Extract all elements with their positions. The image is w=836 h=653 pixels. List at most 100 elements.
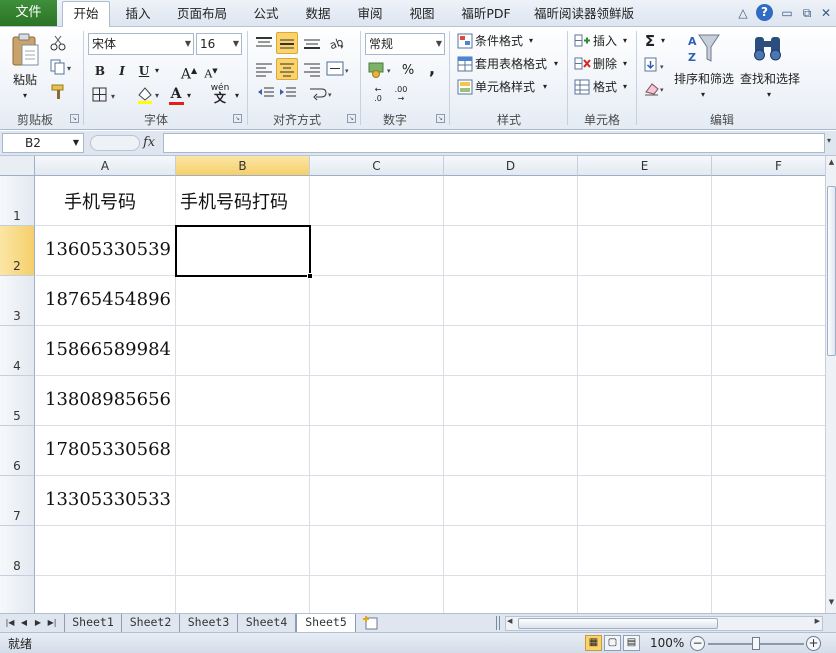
merge-center-icon[interactable]: ▾ (326, 60, 352, 78)
fill-icon[interactable]: ▾ (644, 57, 670, 73)
cell-a4[interactable]: 15866589984 (45, 339, 171, 360)
cut-icon[interactable] (50, 35, 66, 51)
tab-split-handle[interactable] (496, 616, 500, 630)
tab-review[interactable]: 审阅 (348, 2, 392, 27)
chevron-down-icon[interactable]: ▾ (764, 84, 774, 106)
minimize-icon[interactable]: ▭ (778, 4, 796, 22)
column-header-a[interactable]: A (35, 156, 176, 176)
scroll-left-icon[interactable]: ◀ (507, 617, 512, 625)
zoom-slider-handle[interactable] (752, 637, 760, 650)
copy-icon[interactable]: ▾ (50, 59, 74, 75)
cell-b1[interactable]: 手机号码打码 (180, 188, 288, 214)
accounting-format-icon[interactable]: ▾ (368, 60, 396, 78)
fill-handle[interactable] (307, 273, 313, 279)
clipboard-launcher-icon[interactable]: ↘ (70, 114, 79, 123)
tab-data[interactable]: 数据 (296, 2, 340, 27)
underline-button[interactable]: U (136, 60, 152, 82)
decrease-decimal-button[interactable]: .00 → (390, 85, 412, 107)
zoom-out-button[interactable]: − (690, 636, 705, 651)
column-header-d[interactable]: D (444, 156, 578, 176)
number-launcher-icon[interactable]: ↘ (436, 114, 445, 123)
last-sheet-icon[interactable]: ▶| (46, 616, 58, 630)
tab-home[interactable]: 开始 (62, 1, 110, 28)
bold-button[interactable]: B (92, 60, 108, 82)
column-header-f[interactable]: F (712, 156, 825, 176)
decrease-indent-icon[interactable] (256, 85, 276, 101)
phonetic-guide-button[interactable]: wén 文 (210, 83, 230, 105)
align-left-icon[interactable] (254, 61, 274, 77)
wrap-text-icon[interactable]: ▾ (308, 85, 334, 101)
expand-formula-bar-icon[interactable]: ▾ (827, 136, 831, 145)
sheet-tab-1[interactable]: Sheet1 (64, 614, 122, 632)
align-middle-button[interactable] (276, 32, 298, 54)
insert-sheet-icon[interactable] (362, 615, 380, 631)
insert-cells-button[interactable]: 插入 (593, 30, 621, 52)
tab-foxit-reader[interactable]: 福昕阅读器领鲜版 (528, 2, 640, 27)
cell-a5[interactable]: 13808985656 (45, 389, 171, 410)
page-layout-view-button[interactable]: ▢ (604, 635, 621, 651)
close-icon[interactable]: ✕ (817, 4, 835, 22)
align-top-icon[interactable] (254, 35, 274, 51)
vertical-scroll-thumb[interactable] (827, 186, 836, 356)
alignment-launcher-icon[interactable]: ↘ (347, 114, 356, 123)
scroll-right-icon[interactable]: ▶ (815, 617, 820, 625)
cell-a7[interactable]: 13305330533 (45, 489, 171, 510)
chevron-down-icon[interactable]: ▾ (620, 30, 630, 52)
row-header-1[interactable]: 1 (0, 176, 35, 226)
next-sheet-icon[interactable]: ▶ (32, 616, 44, 630)
zoom-level[interactable]: 100% (650, 636, 684, 650)
chevron-down-icon[interactable]: ▾ (698, 84, 708, 106)
tab-file[interactable]: 文件 (0, 0, 57, 26)
chevron-down-icon[interactable]: ▾ (658, 30, 668, 52)
help-icon[interactable]: ? (756, 4, 773, 21)
cell-a6[interactable]: 17805330568 (45, 439, 171, 460)
cell-a3[interactable]: 18765454896 (45, 289, 171, 310)
font-color-dropdown-icon[interactable]: ▾ (184, 85, 194, 107)
chevron-down-icon[interactable]: ▾ (551, 53, 561, 75)
fill-color-icon[interactable]: ▾ (136, 85, 164, 105)
row-header-3[interactable]: 3 (0, 276, 35, 326)
chevron-down-icon[interactable]: ▾ (620, 76, 630, 98)
tab-formulas[interactable]: 公式 (244, 2, 288, 27)
sheet-tab-2[interactable]: Sheet2 (122, 614, 180, 632)
row-header-8[interactable]: 8 (0, 526, 35, 576)
underline-dropdown-icon[interactable]: ▾ (152, 60, 162, 82)
row-header-9[interactable] (0, 576, 35, 613)
name-box[interactable]: B2 ▼ (2, 133, 84, 153)
percent-style-button[interactable]: % (400, 60, 416, 82)
grow-font-button[interactable]: A▲ (180, 60, 198, 83)
paste-dropdown-icon[interactable]: ▾ (20, 85, 30, 107)
tab-foxit-pdf[interactable]: 福昕PDF (452, 2, 520, 27)
zoom-in-button[interactable]: + (806, 636, 821, 651)
font-size-select[interactable]: 16 ▼ (196, 33, 242, 55)
formula-input[interactable] (163, 133, 825, 153)
column-header-c[interactable]: C (310, 156, 444, 176)
chevron-down-icon[interactable]: ▾ (620, 53, 630, 75)
font-launcher-icon[interactable]: ↘ (233, 114, 242, 123)
sheet-tab-5[interactable]: Sheet5 (296, 614, 356, 632)
collapse-ribbon-icon[interactable]: △ (734, 4, 752, 22)
tab-insert[interactable]: 插入 (114, 2, 162, 27)
row-header-4[interactable]: 4 (0, 326, 35, 376)
paste-icon[interactable] (10, 33, 40, 67)
autosum-button[interactable]: Σ (642, 30, 658, 52)
formula-bar-splitter[interactable] (90, 135, 140, 151)
column-header-b[interactable]: B (176, 156, 310, 176)
clear-icon[interactable]: ▾ (644, 80, 670, 96)
page-break-view-button[interactable]: ▤ (623, 635, 640, 651)
phonetic-dropdown-icon[interactable]: ▾ (232, 85, 242, 107)
align-center-button[interactable] (276, 58, 298, 80)
row-header-6[interactable]: 6 (0, 426, 35, 476)
sheet-tab-3[interactable]: Sheet3 (180, 614, 238, 632)
sheet-tab-4[interactable]: Sheet4 (238, 614, 296, 632)
delete-cells-button[interactable]: 删除 (593, 53, 621, 75)
active-cell-b2[interactable] (175, 225, 311, 277)
horizontal-scrollbar[interactable]: ◀ ▶ (505, 616, 823, 631)
format-painter-icon[interactable] (50, 83, 68, 101)
normal-view-button[interactable]: ▦ (585, 635, 602, 651)
row-header-2[interactable]: 2 (0, 226, 35, 276)
font-name-select[interactable]: 宋体 ▼ (88, 33, 194, 55)
insert-function-icon[interactable]: fx (143, 135, 155, 150)
row-header-7[interactable]: 7 (0, 476, 35, 526)
vertical-scrollbar[interactable]: ▲ ▼ (825, 156, 836, 613)
